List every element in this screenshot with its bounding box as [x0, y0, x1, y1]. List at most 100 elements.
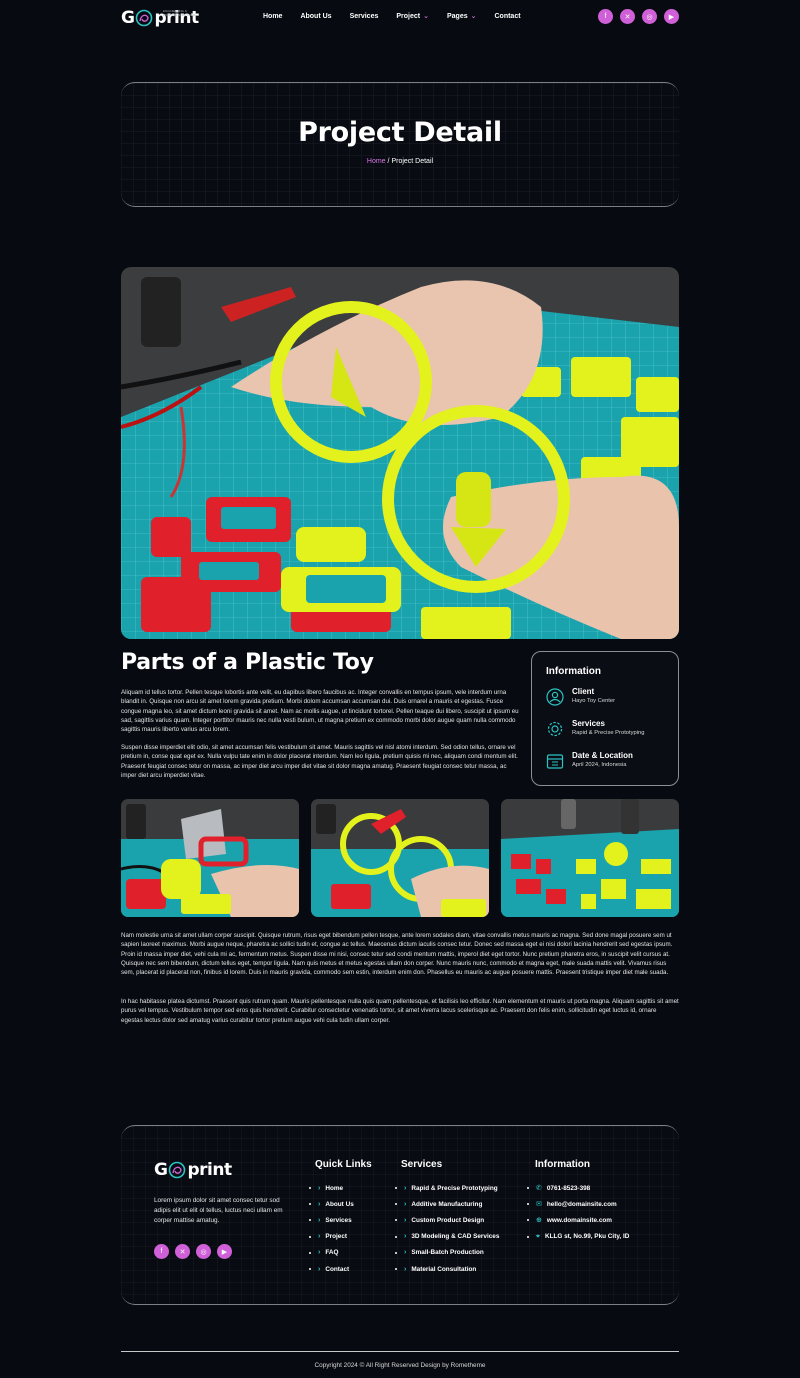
footer-services-title: Services: [401, 1159, 443, 1170]
footer-link-home[interactable]: › Home: [309, 1180, 354, 1196]
brand-logo[interactable]: G print ENGINEERING & PRINTING SOLUTIONS: [121, 6, 199, 30]
chevron-right-icon: ›: [318, 1200, 321, 1208]
info-row-client: Client Hayo Toy Center: [546, 686, 674, 710]
brand-prefix: G: [154, 1160, 168, 1180]
chevron-right-icon: ›: [318, 1265, 321, 1273]
chevron-right-icon: ›: [318, 1184, 321, 1192]
main-menu: Home About Us Services Project ⌄ Pages ⌄ C…: [263, 12, 539, 21]
footer-link-contact[interactable]: › Contact: [309, 1261, 354, 1277]
service-label: Small-Batch Production: [411, 1249, 484, 1257]
info-text: hello@domainsite.com: [546, 1200, 617, 1208]
project-description-2: Suspen disse imperdiet elit odio, sit am…: [121, 744, 518, 779]
project-title: Parts of a Plastic Toy: [121, 650, 374, 675]
footer-services: › Rapid & Precise Prototyping › Additive M…: [395, 1180, 499, 1277]
gallery-thumbnail[interactable]: [501, 799, 679, 917]
nav-item-pages[interactable]: Pages ⌄: [447, 12, 477, 21]
instagram-icon[interactable]: ◎: [196, 1244, 211, 1259]
info-label: Services: [572, 719, 605, 728]
footer-email[interactable]: ✉ hello@domainsite.com: [527, 1196, 629, 1212]
breadcrumb-current: Project Detail: [391, 158, 434, 165]
link-label: Project: [325, 1233, 348, 1241]
globe-icon: ⊕: [536, 1217, 542, 1225]
footer-link-about[interactable]: › About Us: [309, 1196, 354, 1212]
x-icon[interactable]: ✕: [175, 1244, 190, 1259]
chevron-right-icon: ›: [318, 1249, 321, 1257]
instagram-icon[interactable]: ◎: [642, 9, 657, 24]
user-icon: [546, 688, 564, 706]
info-value: Hayo Toy Center: [572, 698, 616, 704]
footer-link-services[interactable]: › Services: [309, 1212, 354, 1228]
chevron-right-icon: ›: [318, 1233, 321, 1241]
footer-quick-links: › Home › About Us › Services › Project › FAQ …: [309, 1180, 354, 1277]
footer-service-item[interactable]: › Rapid & Precise Prototyping: [395, 1180, 499, 1196]
chevron-right-icon: ›: [404, 1265, 407, 1273]
service-label: Custom Product Design: [411, 1216, 485, 1224]
brand-prefix: G: [121, 8, 135, 28]
link-label: Home: [325, 1184, 344, 1192]
footer-service-item[interactable]: › Material Consultation: [395, 1261, 499, 1277]
footer-socials: f ✕ ◎ ▶: [154, 1244, 232, 1259]
breadcrumb: Home / Project Detail: [121, 158, 679, 165]
info-label: Client: [572, 687, 595, 696]
nav-item-project[interactable]: Project ⌄: [396, 12, 429, 21]
nav-label: Home: [263, 12, 283, 20]
footer-description: Lorem ipsum dolor sit amet consec tetur …: [154, 1197, 283, 1224]
chevron-down-icon: ⌄: [423, 13, 429, 20]
service-label: 3D Modeling & CAD Services: [411, 1233, 500, 1241]
page-title: Project Detail: [298, 117, 502, 148]
chevron-right-icon: ›: [404, 1200, 407, 1208]
footer-service-item[interactable]: › Small-Batch Production: [395, 1245, 499, 1261]
info-text: 0761-8523-398: [546, 1184, 591, 1192]
nav-item-contact[interactable]: Contact: [494, 12, 520, 20]
nav-item-services[interactable]: Services: [350, 12, 379, 20]
thumbnail-photo-caliper: [121, 799, 299, 917]
thumbnail-photo-parts: [501, 799, 679, 917]
link-label: About Us: [325, 1200, 354, 1208]
footer-brand-logo[interactable]: G print: [154, 1159, 232, 1181]
phone-icon: ✆: [536, 1185, 542, 1193]
youtube-icon[interactable]: ▶: [217, 1244, 232, 1259]
info-value: April 2024, Indonesia: [572, 762, 627, 768]
footer-link-faq[interactable]: › FAQ: [309, 1245, 354, 1261]
chevron-right-icon: ›: [404, 1184, 407, 1192]
link-label: FAQ: [325, 1249, 339, 1257]
chevron-right-icon: ›: [318, 1216, 321, 1224]
gallery-thumbnail[interactable]: [311, 799, 489, 917]
facebook-icon[interactable]: f: [154, 1244, 169, 1259]
nav-item-about[interactable]: About Us: [300, 12, 331, 20]
footer-service-item[interactable]: › 3D Modeling & CAD Services: [395, 1229, 499, 1245]
project-main-image: [121, 267, 679, 639]
service-label: Rapid & Precise Prototyping: [411, 1184, 498, 1192]
footer-link-project[interactable]: › Project: [309, 1229, 354, 1245]
project-description-1: Aliquam id tellus tortor. Pellen tesque …: [121, 689, 519, 734]
gallery-thumbnail[interactable]: [121, 799, 299, 917]
info-text: www.domainsite.com: [546, 1216, 612, 1224]
footer-address: ⌖ KLLG st, No.99, Pku City, ID: [527, 1229, 629, 1245]
nav-item-home[interactable]: Home: [263, 12, 282, 20]
footer-website[interactable]: ⊕ www.domainsite.com: [527, 1212, 629, 1228]
youtube-icon[interactable]: ▶: [664, 9, 679, 24]
facebook-icon[interactable]: f: [598, 9, 613, 24]
footer-service-item[interactable]: › Custom Product Design: [395, 1212, 499, 1228]
info-row-services: Services Rapid & Precise Prototyping: [546, 718, 674, 742]
footer-service-item[interactable]: › Additive Manufacturing: [395, 1196, 499, 1212]
x-icon[interactable]: ✕: [620, 9, 635, 24]
nav-label: Project: [396, 12, 421, 20]
top-navigation: G print ENGINEERING & PRINTING SOLUTIONS…: [121, 6, 679, 30]
link-label: Services: [325, 1216, 352, 1224]
info-value: Rapid & Precise Prototyping: [572, 730, 645, 736]
brand-suffix: print: [187, 1160, 232, 1180]
footer-phone[interactable]: ✆ 0761-8523-398: [527, 1180, 629, 1196]
link-label: Contact: [325, 1265, 350, 1273]
info-label: Date & Location: [572, 751, 633, 760]
mail-icon: ✉: [536, 1201, 542, 1209]
nav-label: Contact: [494, 12, 521, 20]
footer-quick-links-title: Quick Links: [315, 1159, 372, 1170]
breadcrumb-home-link[interactable]: Home: [367, 158, 386, 165]
project-description-4: In hac habitasse platea dictumst. Praese…: [121, 998, 679, 1024]
brand-tagline: ENGINEERING & PRINTING SOLUTIONS: [163, 9, 196, 17]
page-hero: Project Detail Home / Project Detail: [121, 82, 679, 207]
gear-icon: [547, 721, 563, 737]
thumbnail-photo-cutter: [311, 799, 489, 917]
footer-information: ✆ 0761-8523-398 ✉ hello@domainsite.com ⊕ ww…: [527, 1180, 629, 1245]
